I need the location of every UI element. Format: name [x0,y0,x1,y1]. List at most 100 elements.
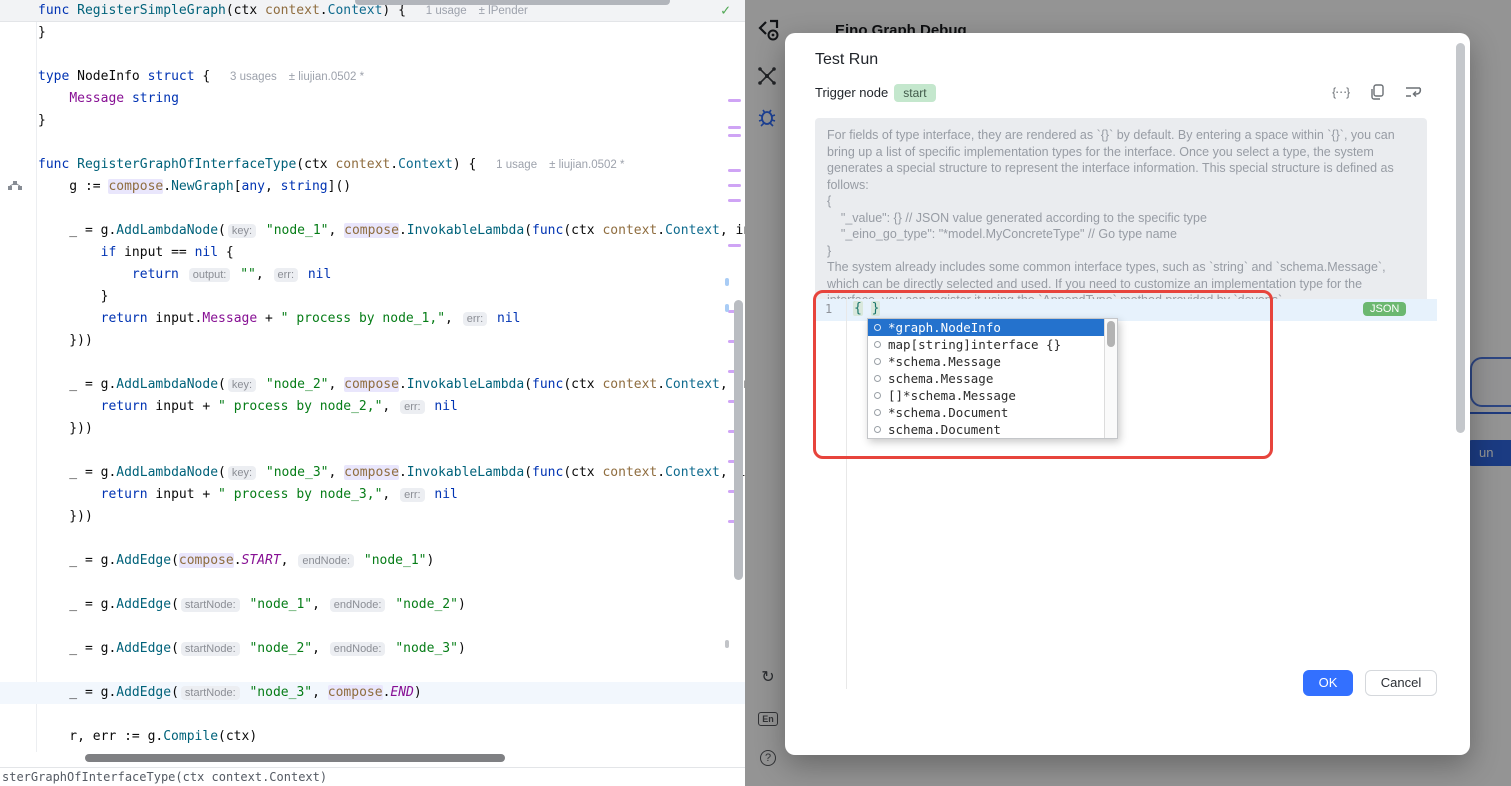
code-line[interactable]: return input + " process by node_2,", er… [0,396,745,418]
vcs-change-marker [728,184,741,187]
dropdown-item[interactable]: schema.Message [868,370,1117,387]
code-line[interactable]: _ = g.AddLambdaNode(key: "node_3", compo… [0,462,745,484]
code-token: func [532,377,563,392]
code-line[interactable] [0,572,745,594]
type-option-icon [874,426,881,433]
code-line[interactable]: })) [0,418,745,440]
code-token: _ = g. [38,597,116,612]
code-line[interactable]: Message string [0,88,745,110]
code-line[interactable] [0,528,745,550]
code-token: ( [524,223,532,238]
code-line[interactable]: r, err := g.Compile(ctx) [0,726,745,748]
copy-icon[interactable] [1370,84,1385,100]
code-token: , [329,377,345,392]
code-line[interactable]: return input + " process by node_3,", er… [0,484,745,506]
code-token: . [399,223,407,238]
code-token: , [312,597,328,612]
code-token: nil [195,245,218,260]
dropdown-scrollbar[interactable] [1104,319,1117,438]
word-wrap-icon[interactable] [1405,85,1422,99]
breadcrumb[interactable]: sterGraphOfInterfaceType(ctx context.Con… [0,767,745,786]
code-line[interactable]: _ = g.AddLambdaNode(key: "node_2", compo… [0,374,745,396]
code-token: key: [228,378,256,392]
code-lines[interactable]: } type NodeInfo struct { 3 usages± liujia… [0,22,745,748]
dropdown-item[interactable]: *graph.NodeInfo [868,319,1117,336]
code-line[interactable]: _ = g.AddEdge(startNode: "node_3", compo… [0,682,745,704]
code-line[interactable]: } [0,22,745,44]
code-line[interactable] [0,660,745,682]
graph-debug-gutter-icon[interactable] [7,180,23,193]
modal-scrollbar[interactable] [1454,39,1466,749]
code-line[interactable]: _ = g.AddEdge(compose.START, endNode: "n… [0,550,745,572]
code-token: func [532,465,563,480]
editor-top-scroll-pill[interactable] [355,0,670,5]
inspections-ok-check-icon[interactable]: ✓ [721,1,730,19]
code-token: ( [524,465,532,480]
code-line[interactable]: })) [0,506,745,528]
code-token: ( [218,223,226,238]
format-json-icon[interactable]: {⋯} [1332,85,1349,99]
code-token: return [132,267,179,282]
code-line[interactable]: if input == nil { [0,242,745,264]
code-line[interactable]: } [0,110,745,132]
code-token: { [195,69,218,84]
vcs-change-marker [728,199,741,202]
dropdown-scrollbar-thumb[interactable] [1107,321,1115,347]
code-token: _ = g. [38,553,116,568]
code-line[interactable] [0,616,745,638]
code-line[interactable] [0,132,745,154]
cancel-button[interactable]: Cancel [1365,670,1437,696]
dropdown-item[interactable]: *schema.Document [868,404,1117,421]
code-line[interactable]: return output: "", err: nil [0,264,745,286]
code-line[interactable] [0,704,745,726]
code-token: })) [38,421,93,436]
code-token [38,487,101,502]
code-line[interactable]: func RegisterGraphOfInterfaceType(ctx co… [0,154,745,176]
code-token: endNode: [330,642,386,656]
code-token: AddEdge [116,553,171,568]
code-line[interactable] [0,440,745,462]
modal-scrollbar-thumb[interactable] [1456,43,1465,433]
ok-button[interactable]: OK [1303,670,1353,696]
code-line[interactable] [0,44,745,66]
code-token: startNode: [181,642,240,656]
code-token: string [281,179,328,194]
code-token: } [38,289,108,304]
modal-footer: OK Cancel [1303,670,1437,696]
interface-type-help-text: For fields of type interface, they are r… [815,118,1427,318]
code-editor[interactable]: func RegisterSimpleGraph(ctx context.Con… [0,0,745,786]
code-token: _ = g. [38,223,116,238]
code-line[interactable]: _ = g.AddLambdaNode(key: "node_1", compo… [0,220,745,242]
code-line[interactable] [0,352,745,374]
code-token: "node_3" [395,641,458,656]
code-line[interactable]: return input.Message + " process by node… [0,308,745,330]
editor-vertical-scrollbar[interactable] [734,300,743,580]
code-token: , [312,641,328,656]
code-token: nil [434,399,457,414]
code-token: , [382,487,398,502]
code-token: nil [308,267,331,282]
code-token: AddLambdaNode [116,223,218,238]
code-token: "node_3" [266,465,329,480]
code-line[interactable] [0,198,745,220]
dropdown-item[interactable]: []*schema.Message [868,387,1117,404]
dropdown-item[interactable]: map[string]interface {} [868,336,1117,353]
code-line[interactable]: type NodeInfo struct { 3 usages± liujian… [0,66,745,88]
code-line[interactable]: })) [0,330,745,352]
dropdown-item[interactable]: *schema.Message [868,353,1117,370]
code-token: . [657,223,665,238]
code-token: , [382,399,398,414]
code-line[interactable]: _ = g.AddEdge(startNode: "node_1", endNo… [0,594,745,616]
editor-horizontal-scrollbar[interactable] [85,754,505,762]
code-token: , [281,553,297,568]
dropdown-item[interactable]: schema.Document [868,421,1117,438]
json-line-content[interactable]: { } [853,301,880,316]
code-token: compose [344,223,399,238]
code-token: ( [171,553,179,568]
code-token: ( [171,597,179,612]
code-line[interactable]: _ = g.AddEdge(startNode: "node_2", endNo… [0,638,745,660]
code-token: (ctx [563,465,602,480]
code-token [356,553,364,568]
code-line[interactable]: } [0,286,745,308]
code-line[interactable]: g := compose.NewGraph[any, string]() [0,176,745,198]
